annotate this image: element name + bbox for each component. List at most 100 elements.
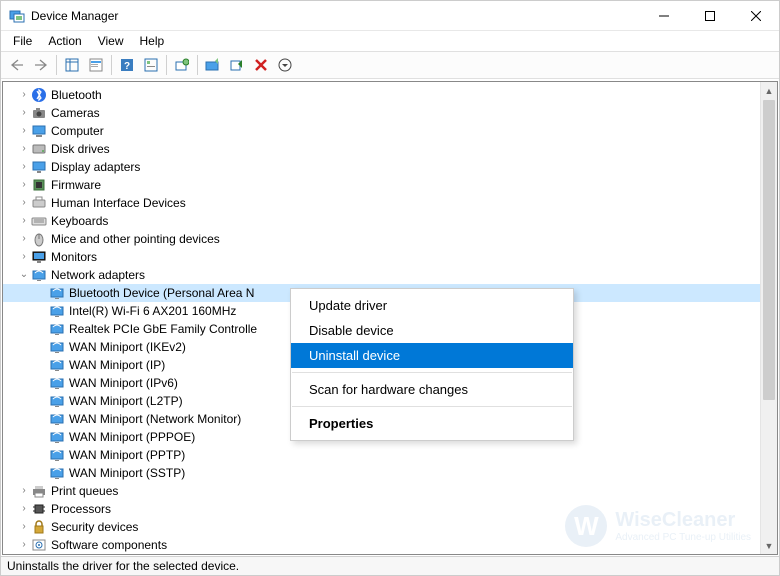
tree-category[interactable]: ›Print queues bbox=[3, 482, 777, 500]
tree-category[interactable]: ›Cameras bbox=[3, 104, 777, 122]
close-button[interactable] bbox=[733, 1, 779, 31]
chevron-right-icon: › bbox=[17, 518, 31, 536]
network-icon bbox=[49, 447, 65, 463]
chevron-right-icon: › bbox=[17, 176, 31, 194]
tree-label: Bluetooth Device (Personal Area N bbox=[69, 284, 254, 302]
software-icon bbox=[31, 537, 47, 553]
status-text: Uninstalls the driver for the selected d… bbox=[7, 559, 239, 573]
tree-label: Keyboards bbox=[51, 212, 108, 230]
maximize-button[interactable] bbox=[687, 1, 733, 31]
tree-item[interactable]: WAN Miniport (PPTP) bbox=[3, 446, 777, 464]
chevron-right-icon: › bbox=[17, 248, 31, 266]
tree-label: WAN Miniport (Network Monitor) bbox=[69, 410, 241, 428]
firmware-icon bbox=[31, 177, 47, 193]
tree-label: WAN Miniport (IPv6) bbox=[69, 374, 178, 392]
app-icon bbox=[9, 8, 25, 24]
computer-icon bbox=[31, 123, 47, 139]
network-icon bbox=[49, 375, 65, 391]
tree-category[interactable]: ›Security devices bbox=[3, 518, 777, 536]
ctx-update-driver[interactable]: Update driver bbox=[291, 293, 573, 318]
chevron-right-icon: › bbox=[17, 158, 31, 176]
chevron-right-icon: › bbox=[17, 230, 31, 248]
tree-category[interactable]: ›Bluetooth bbox=[3, 86, 777, 104]
show-hide-tree-button[interactable] bbox=[60, 54, 84, 76]
tree-label: Monitors bbox=[51, 248, 97, 266]
ctx-uninstall-device[interactable]: Uninstall device bbox=[291, 343, 573, 368]
menu-file[interactable]: File bbox=[5, 32, 40, 50]
overflow-button[interactable] bbox=[273, 54, 297, 76]
ctx-properties[interactable]: Properties bbox=[291, 411, 573, 436]
scroll-thumb[interactable] bbox=[763, 100, 775, 400]
scan-hardware-button[interactable] bbox=[170, 54, 194, 76]
scroll-up-button[interactable]: ▲ bbox=[761, 82, 777, 99]
chevron-right-icon: › bbox=[17, 86, 31, 104]
security-icon bbox=[31, 519, 47, 535]
menu-bar: File Action View Help bbox=[1, 31, 779, 51]
keyboard-icon bbox=[31, 213, 47, 229]
toolbar-separator bbox=[111, 55, 112, 75]
camera-icon bbox=[31, 105, 47, 121]
toolbar-separator bbox=[166, 55, 167, 75]
uninstall-device-button[interactable] bbox=[249, 54, 273, 76]
cpu-icon bbox=[31, 501, 47, 517]
ctx-separator bbox=[292, 372, 572, 373]
back-button[interactable] bbox=[5, 54, 29, 76]
tree-label: Network adapters bbox=[51, 266, 145, 284]
forward-button[interactable] bbox=[29, 54, 53, 76]
tree-label: Mice and other pointing devices bbox=[51, 230, 220, 248]
chevron-right-icon: › bbox=[17, 212, 31, 230]
ctx-disable-device[interactable]: Disable device bbox=[291, 318, 573, 343]
disable-device-button[interactable] bbox=[225, 54, 249, 76]
tree-label: Intel(R) Wi-Fi 6 AX201 160MHz bbox=[69, 302, 236, 320]
display-icon bbox=[31, 159, 47, 175]
ctx-scan-hardware[interactable]: Scan for hardware changes bbox=[291, 377, 573, 402]
tree-category[interactable]: ›Firmware bbox=[3, 176, 777, 194]
monitor-icon bbox=[31, 249, 47, 265]
hid-icon bbox=[31, 195, 47, 211]
disk-icon bbox=[31, 141, 47, 157]
chevron-right-icon: › bbox=[17, 482, 31, 500]
tree-label: Disk drives bbox=[51, 140, 110, 158]
context-menu: Update driver Disable device Uninstall d… bbox=[290, 288, 574, 441]
network-icon bbox=[49, 465, 65, 481]
tree-category[interactable]: ›Human Interface Devices bbox=[3, 194, 777, 212]
tree-label: Software components bbox=[51, 536, 167, 554]
tree-category[interactable]: ›Processors bbox=[3, 500, 777, 518]
tree-category[interactable]: › Mice and other pointing devices bbox=[3, 230, 777, 248]
action-center-button[interactable] bbox=[139, 54, 163, 76]
tree-category[interactable]: ›Software components bbox=[3, 536, 777, 554]
chevron-right-icon: › bbox=[17, 194, 31, 212]
tree-label: Computer bbox=[51, 122, 104, 140]
window-controls bbox=[641, 1, 779, 30]
tree-label: WAN Miniport (PPPOE) bbox=[69, 428, 195, 446]
status-bar: Uninstalls the driver for the selected d… bbox=[1, 556, 779, 575]
menu-help[interactable]: Help bbox=[132, 32, 173, 50]
tree-category[interactable]: ⌄ Network adapters bbox=[3, 266, 777, 284]
tree-category[interactable]: › Monitors bbox=[3, 248, 777, 266]
network-icon bbox=[49, 303, 65, 319]
network-icon bbox=[49, 429, 65, 445]
toolbar-separator bbox=[197, 55, 198, 75]
tree-item[interactable]: WAN Miniport (SSTP) bbox=[3, 464, 777, 482]
help-button[interactable]: ? bbox=[115, 54, 139, 76]
chevron-down-icon: ⌄ bbox=[17, 266, 31, 284]
menu-action[interactable]: Action bbox=[40, 32, 89, 50]
network-icon bbox=[49, 321, 65, 337]
tree-category[interactable]: ›Display adapters bbox=[3, 158, 777, 176]
network-icon bbox=[49, 411, 65, 427]
tree-label: WAN Miniport (SSTP) bbox=[69, 464, 185, 482]
vertical-scrollbar[interactable]: ▲ ▼ bbox=[760, 82, 777, 554]
tree-category[interactable]: › Computer bbox=[3, 122, 777, 140]
properties-button[interactable] bbox=[84, 54, 108, 76]
minimize-button[interactable] bbox=[641, 1, 687, 31]
scroll-down-button[interactable]: ▼ bbox=[761, 537, 777, 554]
chevron-right-icon: › bbox=[17, 122, 31, 140]
tree-category[interactable]: ›Disk drives bbox=[3, 140, 777, 158]
svg-text:?: ? bbox=[124, 61, 130, 72]
printer-icon bbox=[31, 483, 47, 499]
tree-category[interactable]: › Keyboards bbox=[3, 212, 777, 230]
tree-label: Realtek PCIe GbE Family Controlle bbox=[69, 320, 257, 338]
menu-view[interactable]: View bbox=[90, 32, 132, 50]
update-driver-button[interactable] bbox=[201, 54, 225, 76]
tree-label: WAN Miniport (L2TP) bbox=[69, 392, 183, 410]
